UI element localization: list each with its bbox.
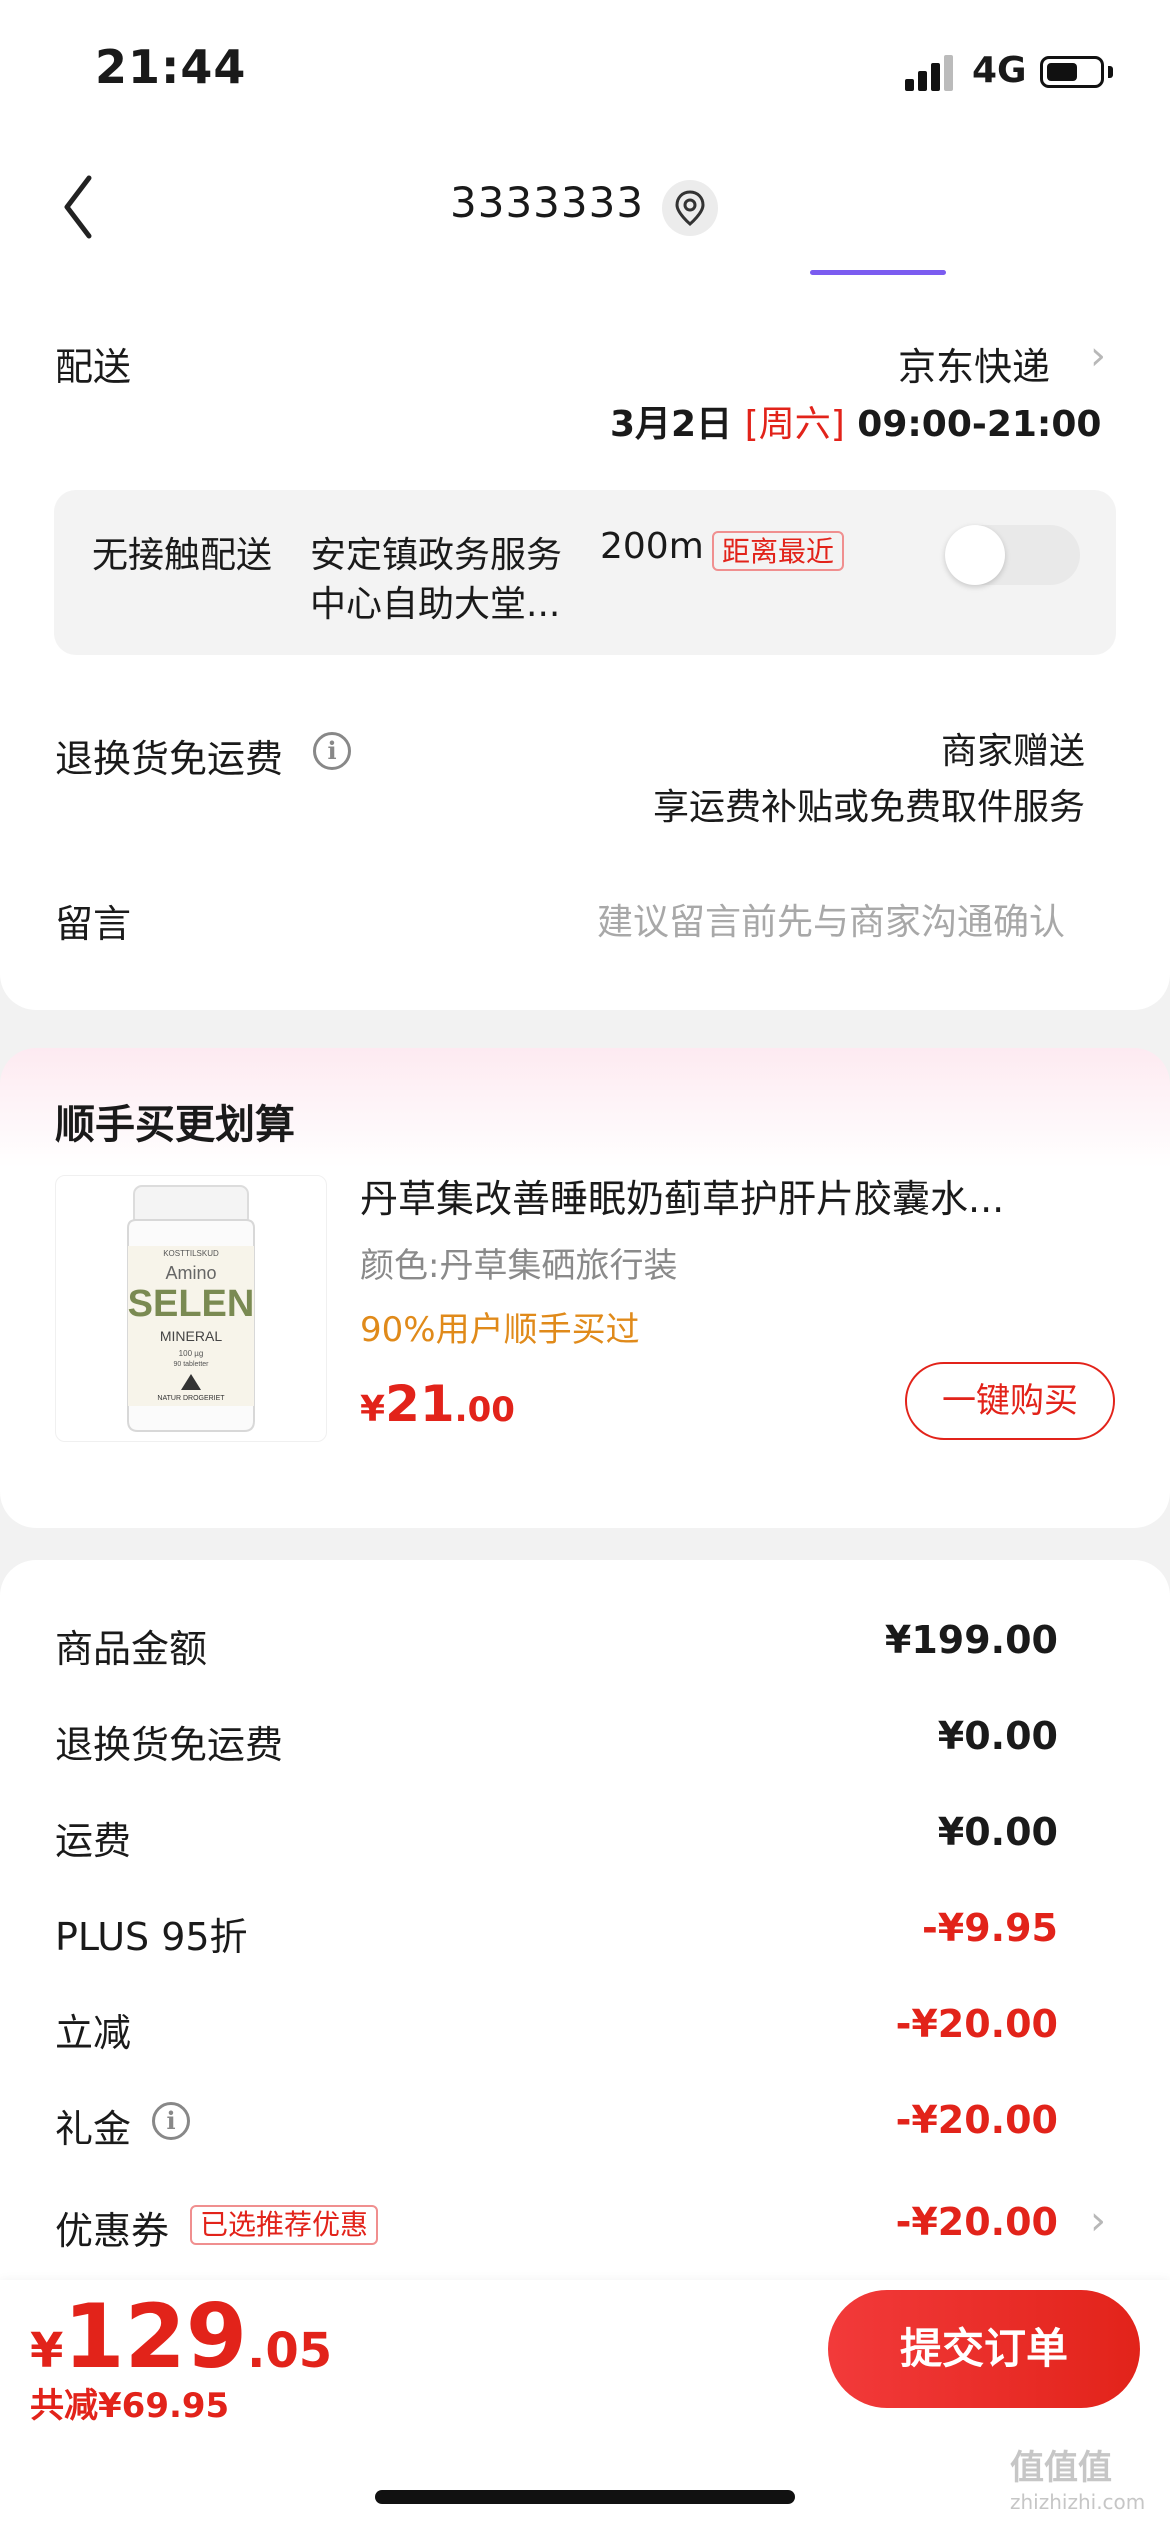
product-variant: 颜色:丹草集硒旅行装 xyxy=(360,1246,678,1286)
page-title: 3333333 xyxy=(450,178,645,227)
return-shipping-value1: 商家赠送 xyxy=(940,731,1085,772)
coupon-badge: 已选推荐优惠 xyxy=(190,2205,379,2245)
back-button[interactable] xyxy=(55,172,105,242)
price-integer: 21 xyxy=(385,1375,455,1433)
submit-order-button[interactable]: 提交订单 xyxy=(828,2290,1140,2408)
pickup-distance: 200m xyxy=(600,526,704,567)
network-type: 4G xyxy=(972,50,1027,91)
location-button[interactable] xyxy=(662,180,718,236)
supplement-bottle-image: KOSTTILSKUD Amino SELEN MINERAL 100 µg 9… xyxy=(127,1185,255,1432)
delivery-time-range: 09:00-21:00 xyxy=(857,404,1102,445)
battery-cap xyxy=(1108,66,1113,78)
home-indicator[interactable] xyxy=(375,2490,795,2504)
bottle-top-text: KOSTTILSKUD xyxy=(163,1249,219,1258)
distance-badge: 距离最近 xyxy=(712,531,845,571)
contactless-label: 无接触配送 xyxy=(92,535,273,576)
summary-label-plus-discount: PLUS 95折 xyxy=(55,1915,248,1959)
chevron-right-icon[interactable]: › xyxy=(1090,333,1106,379)
delivery-time[interactable]: 3月2日 [周六] 09:00-21:00 xyxy=(610,395,1101,447)
product-name[interactable]: 丹草集改善睡眠奶蓟草护肝片胶囊水... xyxy=(360,1168,1100,1223)
location-pin-icon xyxy=(675,190,705,226)
summary-value-instant-discount: -¥20.00 xyxy=(895,2002,1058,2046)
bottle-type-text: MINERAL xyxy=(160,1328,222,1344)
return-shipping-label: 退换货免运费 xyxy=(55,737,284,781)
chevron-left-icon xyxy=(64,175,92,239)
summary-label-instant-discount: 立减 xyxy=(55,2011,132,2055)
pickup-point-line1: 安定镇政务服务 xyxy=(310,535,563,576)
signal-icon xyxy=(905,55,955,91)
return-shipping-value2: 享运费补贴或免费取件服务 xyxy=(652,787,1085,828)
contactless-toggle[interactable] xyxy=(945,525,1080,585)
total-currency: ¥ xyxy=(30,2323,64,2379)
pickup-point-line2: 中心自助大堂... xyxy=(310,584,561,625)
total-integer: 129 xyxy=(63,2285,248,2388)
delivery-label: 配送 xyxy=(55,345,132,389)
price-currency: ¥ xyxy=(360,1389,386,1430)
delivery-carrier[interactable]: 京东快递 xyxy=(898,336,1050,391)
delivery-weekday: [周六] xyxy=(744,404,845,445)
info-icon[interactable]: i xyxy=(313,732,351,770)
chevron-right-icon[interactable]: › xyxy=(1090,2198,1106,2244)
summary-label-return-shipping: 退换货免运费 xyxy=(55,1723,284,1767)
total-decimal: .05 xyxy=(247,2323,333,2379)
one-click-buy-button[interactable]: 一键购买 xyxy=(905,1362,1115,1440)
tab-indicator xyxy=(810,270,946,275)
delivery-date: 3月2日 xyxy=(610,404,733,445)
product-social-proof: 90%用户顺手买过 xyxy=(360,1310,640,1350)
battery-icon xyxy=(1040,56,1104,88)
bottle-maker-text: NATUR DROGERIET xyxy=(157,1395,225,1402)
watermark: 值值值 xyxy=(1010,2448,1112,2488)
bottle-brand-small-text: Amino xyxy=(165,1263,216,1283)
summary-value-shipping: ¥0.00 xyxy=(937,1810,1058,1854)
summary-label-subtotal: 商品金额 xyxy=(55,1627,208,1671)
status-time: 21:44 xyxy=(95,40,247,94)
watermark-url: zhizhizhi.com xyxy=(1010,2490,1146,2514)
summary-label-coupon: 优惠券 xyxy=(55,2209,170,2253)
message-label: 留言 xyxy=(55,902,132,946)
info-icon[interactable]: i xyxy=(152,2102,190,2140)
recommendation-title: 顺手买更划算 xyxy=(55,1102,295,1148)
summary-label-gift-cash: 礼金 xyxy=(55,2107,132,2151)
product-image[interactable]: KOSTTILSKUD Amino SELEN MINERAL 100 µg 9… xyxy=(55,1175,327,1442)
summary-value-coupon[interactable]: -¥20.00 xyxy=(658,2200,1058,2244)
summary-value-gift-cash: -¥20.00 xyxy=(895,2098,1058,2142)
price-decimal: .00 xyxy=(454,1390,515,1430)
bottle-count-text: 90 tabletter xyxy=(173,1361,209,1368)
message-input[interactable]: 建议留言前先与商家沟通确认 xyxy=(597,893,1065,945)
summary-value-subtotal: ¥199.00 xyxy=(884,1618,1058,1662)
summary-value-return-shipping: ¥0.00 xyxy=(937,1714,1058,1758)
bottle-brand-text: SELEN xyxy=(128,1283,255,1325)
total-discount: 共减¥69.95 xyxy=(30,2386,230,2426)
bottle-dose-text: 100 µg xyxy=(179,1349,204,1358)
product-price: ¥21.00 xyxy=(360,1375,515,1433)
summary-label-shipping: 运费 xyxy=(55,1819,132,1863)
total-price: ¥129.05 xyxy=(30,2285,332,2388)
summary-value-plus-discount: -¥9.95 xyxy=(922,1906,1058,1950)
